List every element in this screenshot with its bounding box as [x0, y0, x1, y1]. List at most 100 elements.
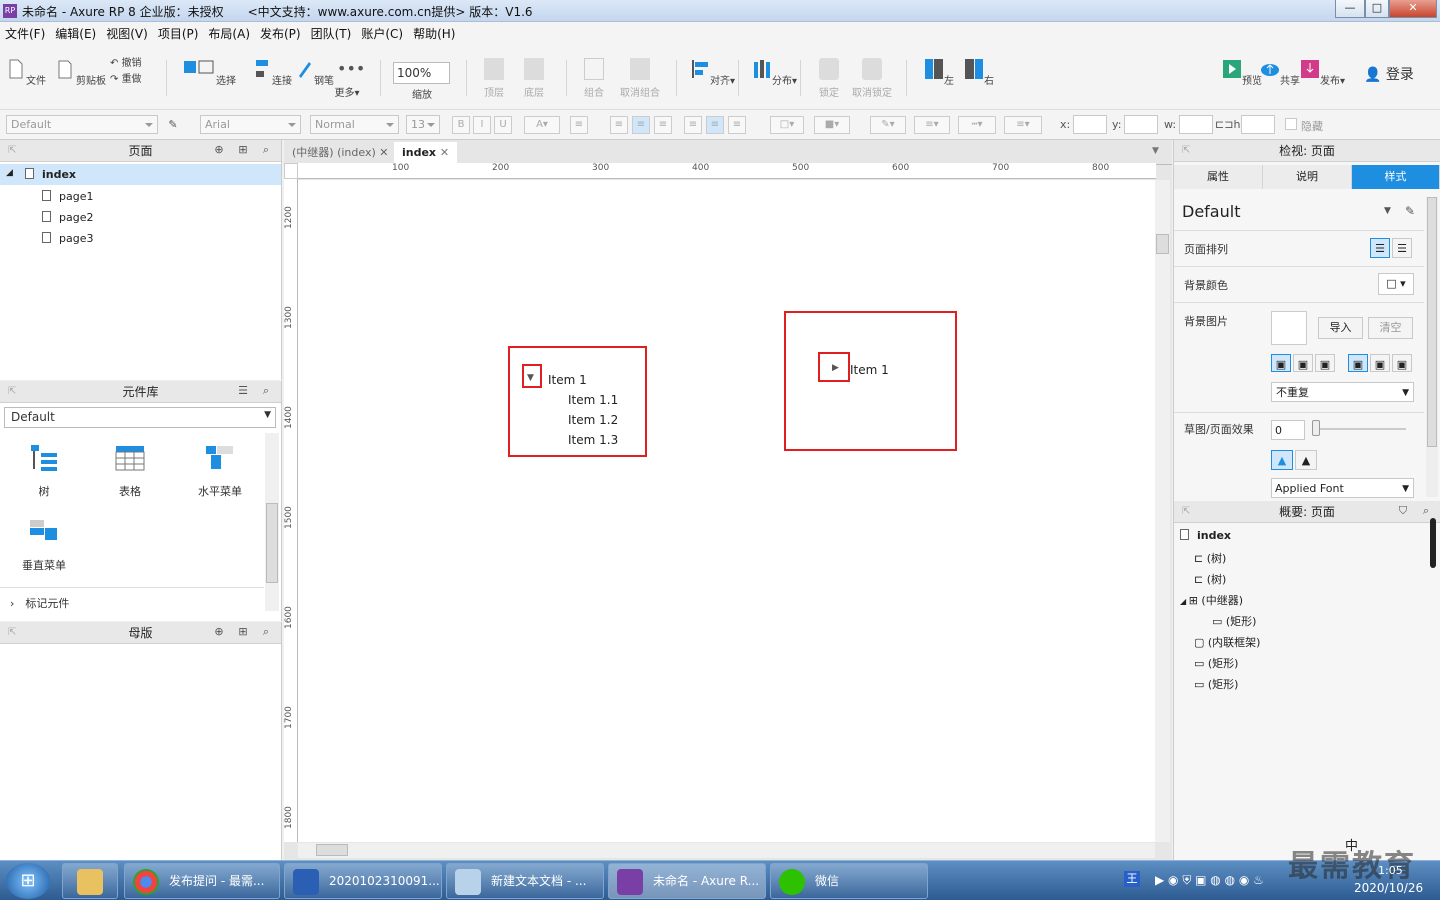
outline-item-iframe[interactable]: ▢ (内联框架): [1194, 634, 1260, 650]
publish-button[interactable]: 发布▾: [1300, 44, 1345, 87]
sketch-slider[interactable]: [1314, 428, 1406, 430]
search-icon[interactable]: ⌕: [259, 143, 273, 157]
image-align-icon[interactable]: ▣: [1293, 354, 1313, 372]
select-button[interactable]: 选择: [196, 44, 236, 87]
tree-node-child[interactable]: Item 1.1: [568, 393, 618, 407]
arrow-style-button[interactable]: ≡▾: [1004, 116, 1042, 134]
clear-button[interactable]: 清空: [1368, 317, 1413, 339]
h-input[interactable]: [1241, 115, 1275, 134]
taskbar-wechat[interactable]: 微信: [770, 863, 928, 899]
input-method-icon[interactable]: 王: [1124, 871, 1140, 887]
pin-icon[interactable]: ⇱: [1182, 501, 1190, 523]
search-icon[interactable]: ⌕: [1419, 504, 1433, 518]
scroll-thumb[interactable]: [266, 503, 278, 583]
tab-notes[interactable]: 说明: [1263, 165, 1352, 189]
pin-icon[interactable]: ⇱: [8, 381, 16, 403]
repeat-select[interactable]: 不重复 ▼: [1271, 382, 1414, 402]
align-bottom-button[interactable]: ≡: [728, 116, 746, 134]
search-icon[interactable]: ⌕: [259, 384, 273, 398]
hide-checkbox[interactable]: [1285, 118, 1297, 130]
line-width-button[interactable]: ≡▾: [914, 116, 950, 134]
add-master-icon[interactable]: ⊕: [212, 625, 226, 639]
menu-project[interactable]: 项目(P): [153, 22, 204, 45]
font-select[interactable]: Arial: [200, 115, 301, 134]
connect-button[interactable]: 连接: [252, 44, 292, 87]
redo-button[interactable]: ↷ 重做: [110, 70, 150, 85]
line-pattern-button[interactable]: ┅▾: [958, 116, 996, 134]
close-icon[interactable]: ✕: [440, 146, 449, 159]
clipboard-button[interactable]: 剪贴板: [56, 44, 106, 87]
taskbar-notepad[interactable]: 新建文本文档 - ...: [446, 863, 604, 899]
outline-scrollbar[interactable]: [1430, 518, 1436, 568]
filter-icon[interactable]: ⛉: [1396, 504, 1410, 518]
menu-edit[interactable]: 编辑(E): [50, 22, 101, 45]
send-to-back-button[interactable]: 底层: [522, 44, 546, 99]
tabs-dropdown-icon[interactable]: ▼: [1152, 146, 1159, 156]
sketch-input[interactable]: 0: [1271, 420, 1305, 440]
add-folder-icon[interactable]: ⊞: [236, 625, 250, 639]
tree-node-root[interactable]: Item 1: [850, 363, 889, 377]
line-color-button[interactable]: ✎▾: [870, 116, 906, 134]
chevron-down-icon[interactable]: ▼: [1384, 206, 1391, 216]
login-button[interactable]: 👤 登录: [1364, 64, 1414, 84]
pin-icon[interactable]: ⇱: [1182, 140, 1190, 162]
y-input[interactable]: [1124, 115, 1158, 134]
undo-button[interactable]: ↶ 撤销: [110, 54, 150, 69]
tree-node-child[interactable]: Item 1.2: [568, 413, 618, 427]
scroll-thumb[interactable]: [1156, 234, 1169, 254]
scroll-thumb[interactable]: [316, 844, 348, 856]
distribute-button[interactable]: 分布▾: [752, 44, 797, 87]
menu-team[interactable]: 团队(T): [306, 22, 357, 45]
scroll-thumb[interactable]: [1427, 197, 1437, 447]
image-align-icon[interactable]: ▣: [1315, 354, 1335, 372]
add-page-icon[interactable]: ⊕: [212, 143, 226, 157]
italic-button[interactable]: I: [473, 116, 491, 134]
collapse-arrow-icon[interactable]: ◢: [1180, 597, 1189, 606]
page-style-name[interactable]: Default: [1182, 202, 1240, 221]
more-button[interactable]: ••• 更多▾: [332, 44, 365, 99]
widget-horizontal-menu[interactable]: 水平菜单: [190, 443, 250, 499]
design-page[interactable]: ▼ Item 1 Item 1.1 Item 1.2 Item 1.3 ▶ It…: [298, 180, 1155, 842]
left-panel-toggle[interactable]: 左: [924, 44, 954, 87]
w-input[interactable]: [1179, 115, 1213, 134]
menu-layout[interactable]: 布局(A): [203, 22, 255, 45]
align-middle-button[interactable]: ≡: [706, 116, 724, 134]
outline-item-repeater[interactable]: ◢ ⊞ (中继器): [1180, 592, 1243, 608]
canvas-vertical-scrollbar[interactable]: [1155, 180, 1170, 842]
canvas-horizontal-scrollbar[interactable]: [298, 843, 1155, 858]
start-button[interactable]: ⊞: [6, 863, 50, 899]
bring-to-front-button[interactable]: 顶层: [482, 44, 506, 99]
font-size-select[interactable]: 13: [406, 115, 440, 134]
group-button[interactable]: 组合: [582, 44, 606, 99]
library-menu-icon[interactable]: ☰: [236, 384, 250, 398]
x-input[interactable]: [1073, 115, 1107, 134]
font-weight-select[interactable]: Normal: [310, 115, 399, 134]
taskbar-axure[interactable]: 未命名 - Axure R...: [608, 863, 766, 899]
underline-button[interactable]: U: [494, 116, 512, 134]
add-folder-icon[interactable]: ⊞: [236, 143, 250, 157]
page-row-page1[interactable]: page1: [42, 190, 93, 203]
share-button[interactable]: 共享: [1260, 44, 1300, 87]
image-valign-icon[interactable]: ▣: [1370, 354, 1390, 372]
tree-node-root[interactable]: Item 1: [548, 373, 587, 387]
taskbar-visio[interactable]: 2020102310091...: [284, 863, 442, 899]
align-button[interactable]: 对齐▾: [690, 44, 735, 87]
font-family-select[interactable]: Applied Font ▼: [1271, 478, 1414, 498]
menu-publish[interactable]: 发布(P): [255, 22, 306, 45]
collapse-arrow-icon[interactable]: ◢: [6, 168, 13, 178]
shadow-button[interactable]: ■▾: [814, 116, 850, 134]
minimize-button[interactable]: —: [1335, 0, 1365, 18]
widget-vertical-menu[interactable]: 垂直菜单: [18, 517, 70, 573]
preview-button[interactable]: 预览: [1222, 44, 1262, 87]
outline-item-tree[interactable]: ⊏ (树): [1194, 571, 1226, 587]
bg-color-picker[interactable]: □ ▾: [1378, 273, 1414, 295]
inspector-scrollbar[interactable]: [1426, 197, 1438, 497]
marker-widgets-group[interactable]: › 标记元件: [0, 587, 264, 615]
tab-style[interactable]: 样式: [1352, 165, 1440, 189]
taskbar-chrome[interactable]: 发布提问 - 最需...: [124, 863, 280, 899]
align-center-icon[interactable]: ☰: [1392, 238, 1412, 258]
menu-file[interactable]: 文件(F): [0, 22, 50, 45]
slider-handle[interactable]: [1312, 420, 1320, 436]
close-icon[interactable]: ✕: [379, 146, 388, 159]
import-button[interactable]: 导入: [1318, 317, 1363, 339]
